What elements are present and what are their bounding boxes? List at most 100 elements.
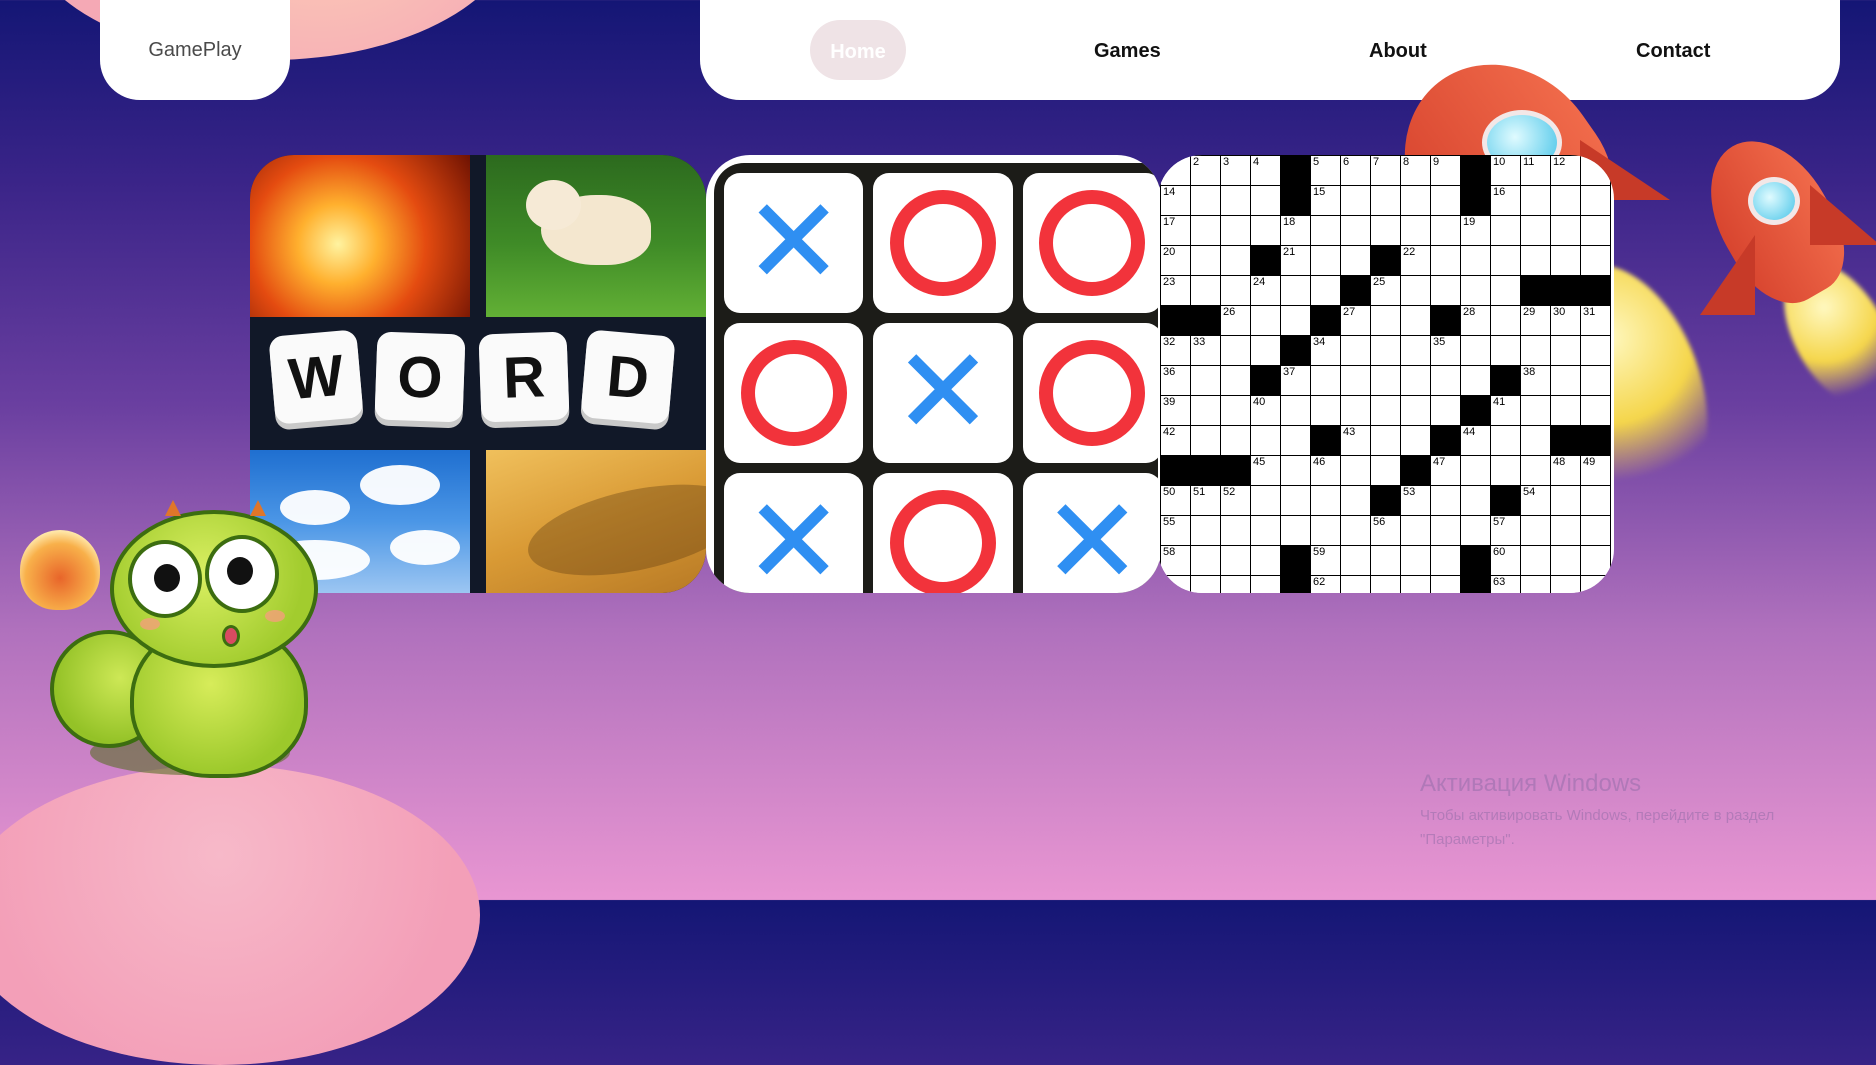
crossword-clue-number: 58: [1163, 546, 1176, 558]
crossword-cell: 44: [1461, 426, 1491, 456]
crossword-cell: [1521, 456, 1551, 486]
crossword-cell: [1311, 486, 1341, 516]
tic-tac-toe-cell: [724, 323, 864, 463]
dog-head: [526, 180, 581, 230]
tic-tac-toe-board: ✕ ✕ ✕ ✕: [714, 163, 1161, 593]
dune: [520, 468, 706, 592]
crossword-cell: [1251, 486, 1281, 516]
crossword-cell: [1551, 216, 1581, 246]
crossword-cell: 32: [1161, 336, 1191, 366]
crossword-cell: [1581, 156, 1611, 186]
crossword-clue-number: 34: [1313, 336, 1326, 348]
logo-container[interactable]: GamePlay: [100, 0, 290, 100]
crossword-block: [1191, 306, 1221, 336]
crossword-cell: [1401, 516, 1431, 546]
crossword-cell: [1281, 276, 1311, 306]
crossword-cell: 56: [1371, 516, 1401, 546]
crossword-cell: [1371, 546, 1401, 576]
crossword-cell: 47: [1431, 456, 1461, 486]
crossword-cell: [1221, 576, 1251, 593]
crossword-cell: 63: [1491, 576, 1521, 593]
crossword-block: [1431, 306, 1461, 336]
crossword-cell: 25: [1371, 276, 1401, 306]
crossword-cell: [1221, 186, 1251, 216]
crossword-cell: 37: [1281, 366, 1311, 396]
crossword-cell: 48: [1551, 456, 1581, 486]
crossword-cell: [1221, 546, 1251, 576]
crossword-cell: [1341, 546, 1371, 576]
crossword-grid: 1 2 3 4 5 6 7 8 9 10 11 12 14 15 16 17 18 19 20 21 22 23 24 25 2…: [1160, 155, 1611, 593]
crossword-block: [1401, 456, 1431, 486]
crossword-block: [1491, 366, 1521, 396]
crossword-cell: [1491, 276, 1521, 306]
crossword-cell: [1281, 486, 1311, 516]
crossword-cell: [1221, 396, 1251, 426]
crossword-cell: [1461, 336, 1491, 366]
crossword-block: [1491, 486, 1521, 516]
crossword-cell: [1371, 336, 1401, 366]
crossword-cell: 22: [1401, 246, 1431, 276]
crossword-cell: [1191, 546, 1221, 576]
crossword-block: [1581, 426, 1611, 456]
crossword-cell: [1341, 246, 1371, 276]
crossword-clue-number: 52: [1223, 486, 1236, 498]
crossword-clue-number: 26: [1223, 306, 1236, 318]
crossword-block: [1581, 276, 1611, 306]
game-card-crossword[interactable]: 1 2 3 4 5 6 7 8 9 10 11 12 14 15 16 17 18 19 20 21 22 23 24 25 2…: [1158, 155, 1614, 593]
crossword-block: [1161, 306, 1191, 336]
crossword-cell: [1281, 396, 1311, 426]
crossword-cell: [1371, 426, 1401, 456]
crossword-cell: 12: [1551, 156, 1581, 186]
crossword-cell: 53: [1401, 486, 1431, 516]
crossword-cell: [1581, 186, 1611, 216]
crossword-clue-number: 28: [1463, 306, 1476, 318]
crossword-clue-number: 57: [1493, 516, 1506, 528]
crossword-cell: [1371, 366, 1401, 396]
crossword-cell: [1311, 366, 1341, 396]
crossword-cell: 10: [1491, 156, 1521, 186]
crossword-cell: [1251, 336, 1281, 366]
crossword-block: [1551, 426, 1581, 456]
crossword-cell: 35: [1431, 336, 1461, 366]
game-card-tic-tac-toe[interactable]: ✕ ✕ ✕ ✕: [706, 155, 1161, 593]
crossword-block: [1281, 576, 1311, 593]
crossword-cell: [1491, 246, 1521, 276]
crossword-clue-number: 48: [1553, 456, 1566, 468]
crossword-cell: [1341, 336, 1371, 366]
crossword-cell: 7: [1371, 156, 1401, 186]
crossword-cell: 28: [1461, 306, 1491, 336]
crossword-block: [1191, 456, 1221, 486]
crossword-clue-number: 21: [1283, 246, 1296, 258]
crossword-cell: 19: [1461, 216, 1491, 246]
word-tile: O: [374, 331, 466, 423]
logo-text[interactable]: GamePlay: [148, 39, 241, 62]
tic-tac-toe-cell: [873, 173, 1013, 313]
word-tile: D: [580, 329, 676, 425]
crossword-cell: [1551, 336, 1581, 366]
crossword-cell: 23: [1161, 276, 1191, 306]
crossword-cell: [1401, 396, 1431, 426]
nav-home-link[interactable]: Home: [810, 20, 906, 80]
crossword-clue-number: 10: [1493, 156, 1506, 168]
crossword-cell: [1551, 486, 1581, 516]
crossword-block: [1281, 186, 1311, 216]
crossword-cell: [1401, 546, 1431, 576]
cloud: [390, 530, 460, 565]
nav-games-link[interactable]: Games: [1094, 40, 1161, 63]
crossword-cell: 39: [1161, 396, 1191, 426]
crossword-cell: 26: [1221, 306, 1251, 336]
crossword-cell: [1401, 576, 1431, 593]
crossword-cell: [1191, 366, 1221, 396]
crossword-cell: 54: [1521, 486, 1551, 516]
crossword-clue-number: 14: [1163, 186, 1176, 198]
watermark-title: Активация Windows: [1420, 770, 1642, 797]
x-mark-icon: ✕: [1042, 473, 1143, 594]
crossword-clue-number: 36: [1163, 366, 1176, 378]
crossword-clue-number: 4: [1253, 156, 1260, 168]
crossword-clue-number: 9: [1433, 156, 1440, 168]
crossword-cell: [1251, 186, 1281, 216]
crossword-cell: 60: [1491, 546, 1521, 576]
crossword-cell: [1461, 276, 1491, 306]
crossword-block: [1281, 546, 1311, 576]
nav-home-label: Home: [830, 40, 886, 63]
